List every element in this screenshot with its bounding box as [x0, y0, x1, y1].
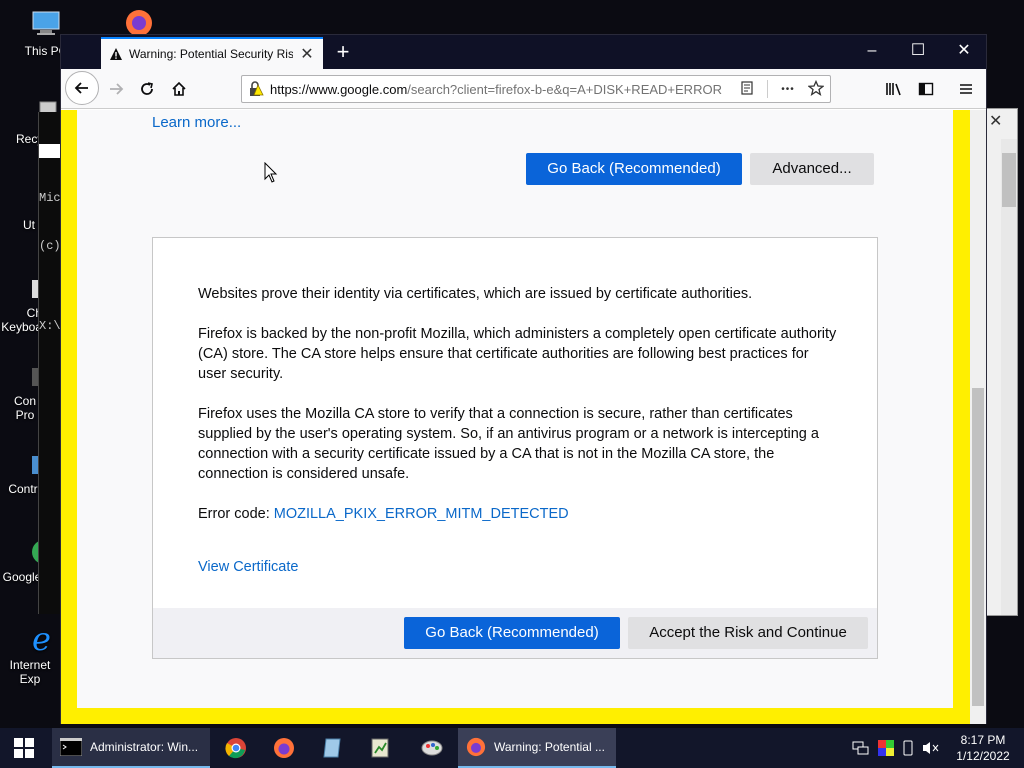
advanced-panel: Websites prove their identity via certif…: [152, 237, 878, 659]
sidebar-icon: [918, 82, 934, 96]
clock-time: 8:17 PM: [960, 733, 1006, 747]
close-window-button[interactable]: ✕: [941, 35, 987, 69]
advanced-panel-footer: Go Back (Recommended) Accept the Risk an…: [153, 608, 877, 658]
desktop-icon-label: Con Pro: [13, 394, 36, 422]
home-icon: [172, 81, 186, 96]
desktop-icon-control[interactable]: Contr: [6, 452, 42, 496]
notes-icon: [323, 738, 341, 758]
network-icon[interactable]: [852, 740, 870, 756]
navigation-toolbar: https://www.google.com/search?client=fir…: [61, 69, 986, 109]
close-icon[interactable]: ✕: [989, 111, 1002, 131]
clock[interactable]: 8:17 PM 1/12/2022: [948, 728, 1018, 768]
color-app-icon[interactable]: [878, 740, 894, 756]
desktop-icon-keyboard[interactable]: Ch Keyboa: [0, 276, 42, 334]
advanced-button[interactable]: Advanced...: [750, 153, 874, 185]
go-back-button-top[interactable]: Go Back (Recommended): [526, 153, 742, 185]
desktop-icon-label: Recy: [16, 132, 44, 146]
taskbar-paint[interactable]: [408, 728, 456, 768]
firefox-icon: [466, 737, 486, 757]
warning-icon: [110, 48, 122, 60]
url-domain: https://www.google.com: [270, 81, 408, 97]
back-arrow-icon: [74, 82, 88, 94]
page-scrollbar[interactable]: [970, 110, 986, 724]
reload-button[interactable]: [132, 75, 162, 103]
paragraph-certificates: Websites prove their identity via certif…: [198, 286, 753, 302]
forward-button[interactable]: [101, 75, 131, 103]
start-button[interactable]: [0, 728, 48, 768]
system-tray: [852, 728, 940, 768]
desktop-icon-internet-explorer[interactable]: e Internet Exp: [0, 622, 60, 686]
home-button[interactable]: [164, 75, 194, 103]
taskbar-app-label: Administrator: Win...: [90, 740, 199, 754]
paragraph-unsafe-connection: Firefox uses the Mozilla CA store to ver…: [198, 406, 819, 482]
go-back-button-bottom[interactable]: Go Back (Recommended): [404, 617, 620, 649]
taskbar-app-firefox[interactable]: Warning: Potential ...: [458, 728, 616, 768]
reader-view-icon[interactable]: [733, 80, 761, 98]
menu-button[interactable]: [951, 75, 981, 103]
desktop-icon-label: Ch Keyboa: [1, 306, 42, 334]
url-text[interactable]: https://www.google.com/search?client=fir…: [270, 82, 733, 97]
error-code-link[interactable]: MOZILLA_PKIX_ERROR_MITM_DETECTED: [274, 506, 569, 522]
taskbar-spreadsheet[interactable]: [358, 728, 402, 768]
tab-close-icon[interactable]: ✕: [299, 44, 315, 64]
firefox-icon: [274, 738, 294, 758]
firefox-window: Warning: Potential Security Risk Ahead ✕…: [60, 34, 987, 724]
new-tab-button[interactable]: +: [329, 39, 357, 67]
view-certificate-link[interactable]: View Certificate: [198, 559, 298, 575]
paint-icon: [421, 740, 443, 756]
chrome-icon: [225, 738, 246, 759]
desktop-icon-label: Google: [2, 570, 42, 584]
sidebar-button[interactable]: [911, 75, 941, 103]
tab-title: Warning: Potential Security Risk Ahead: [129, 47, 293, 61]
desktop-icon-google[interactable]: Google: [2, 538, 44, 584]
hamburger-menu-icon: [960, 84, 972, 94]
error-code-line: Error code: MOZILLA_PKIX_ERROR_MITM_DETE…: [198, 504, 838, 524]
library-button[interactable]: [879, 75, 909, 103]
minimize-button[interactable]: –: [849, 35, 895, 69]
spreadsheet-icon: [371, 738, 389, 758]
error-code-label: Error code:: [198, 506, 274, 522]
volume-muted-icon[interactable]: [922, 740, 940, 756]
taskbar: Administrator: Win... Warning: Potential…: [0, 728, 1024, 768]
tab-bar: Warning: Potential Security Risk Ahead ✕…: [61, 35, 986, 69]
internet-explorer-icon: e: [32, 622, 51, 654]
taskbar-chrome[interactable]: [214, 728, 258, 768]
desktop-icon-label: Internet Exp: [9, 658, 51, 686]
firefox-desktop-icon[interactable]: [123, 6, 155, 36]
reload-icon: [141, 82, 153, 95]
forward-arrow-icon: [110, 83, 124, 95]
desktop-icon-label: Contr: [8, 482, 38, 496]
page-viewport: Learn more... Go Back (Recommended) Adva…: [61, 110, 986, 724]
computer-icon: [32, 11, 60, 35]
clock-date: 1/12/2022: [956, 749, 1010, 763]
svg-text:e: e: [32, 622, 51, 654]
error-page: Learn more... Go Back (Recommended) Adva…: [77, 110, 953, 708]
back-button[interactable]: [65, 71, 99, 105]
taskbar-app-console[interactable]: Administrator: Win...: [52, 728, 210, 768]
bookmark-star-icon[interactable]: [802, 79, 830, 99]
maximize-button[interactable]: ☐: [895, 35, 941, 69]
console-icon: [60, 738, 82, 756]
desktop-icon-control-pro[interactable]: Con Pro: [8, 364, 42, 422]
scrollbar[interactable]: [1001, 139, 1017, 615]
page-scrollbar-thumb[interactable]: [972, 388, 984, 706]
taskbar-app-label: Warning: Potential ...: [494, 740, 605, 754]
usb-device-icon[interactable]: [902, 740, 914, 756]
library-icon: [886, 83, 901, 96]
windows-logo-icon: [14, 738, 34, 758]
url-path: /search?client=firefox-b-e&q=A+DISK+READ…: [407, 81, 722, 97]
paragraph-mozilla-ca: Firefox is backed by the non-profit Mozi…: [198, 326, 837, 382]
url-bar[interactable]: https://www.google.com/search?client=fir…: [241, 75, 831, 103]
tab-warning[interactable]: Warning: Potential Security Risk Ahead ✕: [101, 37, 323, 69]
insecure-lock-icon[interactable]: [242, 81, 270, 97]
mouse-cursor-icon: [264, 162, 278, 183]
desktop-icon-label: Ut: [23, 218, 35, 232]
page-actions-button[interactable]: •••: [774, 84, 802, 95]
learn-more-link[interactable]: Learn more...: [152, 114, 241, 131]
taskbar-notes[interactable]: [310, 728, 354, 768]
accept-risk-button[interactable]: Accept the Risk and Continue: [628, 617, 868, 649]
scrollbar-thumb[interactable]: [1002, 153, 1016, 207]
taskbar-firefox[interactable]: [262, 728, 306, 768]
